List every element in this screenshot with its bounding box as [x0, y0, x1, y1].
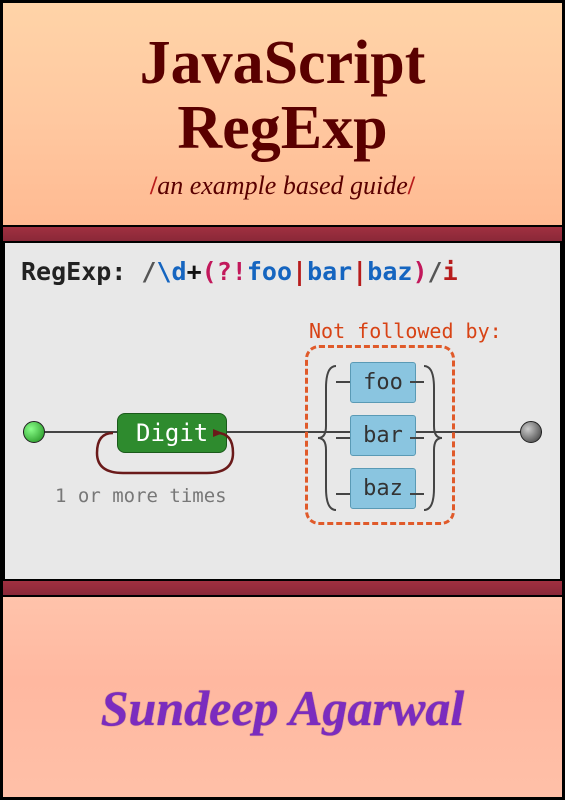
lookahead-group: foo bar baz [305, 345, 455, 525]
book-title: JavaScript RegExp [3, 31, 562, 161]
regexp-word-foo: foo [247, 257, 292, 286]
alternatives-stack: foo bar baz [350, 362, 416, 509]
start-dot-icon [23, 421, 45, 443]
regexp-bang: ! [232, 257, 247, 286]
subtitle-text: an example based guide [157, 171, 408, 200]
end-dot-icon [520, 421, 542, 443]
regexp-close-paren: ) [412, 257, 427, 286]
diagram-panel: RegExp: /\d+(?!foo|bar|baz)/i Not follow… [3, 243, 562, 579]
regexp-expression: RegExp: /\d+(?!foo|bar|baz)/i [13, 257, 552, 286]
regexp-open-slash: / [141, 257, 156, 286]
regexp-word-baz: baz [367, 257, 412, 286]
brace-right-icon [422, 358, 444, 518]
branch-line [336, 493, 350, 495]
railroad-diagram: Digit 1 or more times foo bar baz [5, 343, 560, 579]
divider-bottom [3, 579, 562, 597]
branch-line [410, 493, 424, 495]
header: JavaScript RegExp /an example based guid… [3, 3, 562, 201]
author-name: Sundeep Agarwal [3, 679, 562, 737]
title-line-1: JavaScript [140, 29, 426, 97]
digit-node: Digit [117, 413, 227, 453]
loop-label: 1 or more times [55, 485, 227, 507]
regexp-word-bar: bar [307, 257, 352, 286]
regexp-open-paren: ( [202, 257, 217, 286]
slash-close: / [408, 171, 415, 200]
branch-line [336, 437, 350, 439]
branch-line [410, 437, 424, 439]
title-line-2: RegExp [177, 94, 387, 162]
alt-baz: baz [350, 468, 416, 509]
alt-foo: foo [350, 362, 416, 403]
regexp-flag-i: i [443, 257, 458, 286]
branch-line [410, 381, 424, 383]
regexp-pipe-1: | [292, 257, 307, 286]
branch-line [336, 381, 350, 383]
alt-bar: bar [350, 415, 416, 456]
regexp-pipe-2: | [352, 257, 367, 286]
main-rail-line [23, 431, 542, 433]
brace-left-icon [316, 358, 338, 518]
regexp-question: ? [217, 257, 232, 286]
subtitle: /an example based guide/ [3, 171, 562, 201]
regexp-escape-d: \d [156, 257, 186, 286]
author-area: Sundeep Agarwal [3, 679, 562, 797]
regexp-label: RegExp: [21, 257, 126, 286]
regexp-plus: + [187, 257, 202, 286]
not-followed-label: Not followed by: [309, 319, 502, 343]
regexp-close-slash: / [428, 257, 443, 286]
divider-top [3, 225, 562, 243]
